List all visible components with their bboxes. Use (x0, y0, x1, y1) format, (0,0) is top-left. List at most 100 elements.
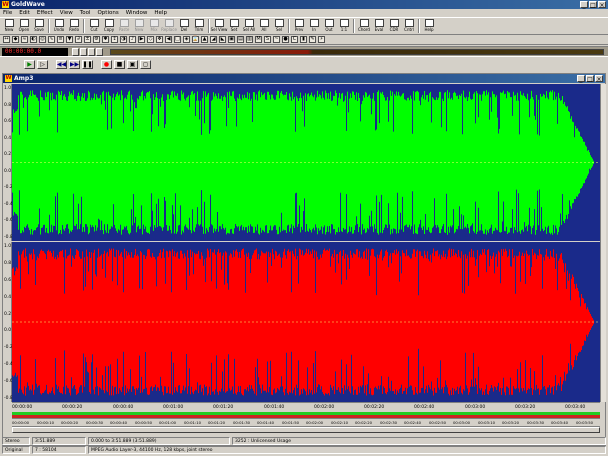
toolbar-button-3[interactable]: Undo (52, 18, 66, 34)
invert-icon[interactable]: ± (84, 36, 91, 43)
generator-icon[interactable]: ⚡ (318, 36, 325, 43)
flange-icon[interactable]: ∂ (75, 36, 82, 43)
close-button[interactable]: × (598, 1, 606, 9)
toolbar-button-21[interactable]: 1:1 (337, 18, 351, 34)
maximize-volume-icon[interactable]: ▤ (237, 36, 244, 43)
control-volume-button[interactable] (80, 48, 87, 56)
title-bar[interactable]: W GoldWave _ □ × (0, 0, 608, 9)
control-balance-button[interactable] (88, 48, 95, 56)
reverb-icon[interactable]: ❖ (156, 36, 163, 43)
record-button[interactable]: ● (101, 59, 112, 69)
delay-icon[interactable]: ≈ (21, 36, 28, 43)
fade-out-icon[interactable]: ◣ (219, 36, 226, 43)
record-selection-button[interactable]: ▣ (127, 59, 138, 69)
play-selection-button[interactable]: ▷ (37, 59, 48, 69)
toolbar-button-22[interactable]: Chord (357, 18, 371, 34)
filter-icon[interactable]: ▼ (66, 36, 73, 43)
mono-icon[interactable]: M (255, 36, 262, 43)
pan-icon[interactable]: ◑ (120, 36, 127, 43)
fade-in-icon[interactable]: ◢ (210, 36, 217, 43)
toolbar-button-6[interactable]: Copy (102, 18, 116, 34)
document-title-bar[interactable]: W Amp3 _ □ × (3, 74, 605, 83)
toolbar-button-10[interactable]: Replace (161, 18, 177, 34)
toolbar-button-23[interactable]: Eval (372, 18, 386, 34)
menu-effect[interactable]: Effect (37, 9, 53, 17)
right-channel-waveform[interactable] (12, 242, 600, 402)
toolbar-button-0[interactable]: New (2, 18, 16, 34)
sound-document-window[interactable]: W Amp3 _ □ × 1.0 0.8 0.6 0.4 0.2 0.0 -0.2 -0.4-… (2, 73, 606, 446)
document-close-button[interactable]: × (595, 75, 603, 83)
fast-forward-button[interactable]: ▶▶ (69, 59, 80, 69)
toolbar-button-12[interactable]: Trim (192, 18, 206, 34)
noise-reduction-icon[interactable]: ✱ (102, 36, 109, 43)
horizontal-scrollbar[interactable] (12, 426, 600, 433)
toolbar-button-20[interactable]: Out (322, 18, 336, 34)
cue-points-icon[interactable]: ● (282, 36, 289, 43)
minimize-button[interactable]: _ (580, 1, 588, 9)
control-settings-button[interactable] (72, 48, 79, 56)
toolbar-button-24[interactable]: CDR (387, 18, 401, 34)
menu-window[interactable]: Window (126, 9, 148, 17)
maximize-button[interactable]: □ (589, 1, 597, 9)
toolbar-button-4[interactable]: Redo (67, 18, 81, 34)
channel-icon[interactable]: C (291, 36, 298, 43)
spatial-icon[interactable]: ◈ (183, 36, 190, 43)
echo-icon[interactable]: ◎ (39, 36, 46, 43)
silence-icon[interactable]: □ (174, 36, 181, 43)
interpolate-icon[interactable]: ~ (273, 36, 280, 43)
menu-edit[interactable]: Edit (19, 9, 30, 17)
autocue-icon[interactable]: ↔ (3, 36, 10, 43)
status-length: 3:51.889 (32, 437, 86, 445)
toolbar-button-17[interactable]: Sel (272, 18, 286, 34)
toolbar-button-15[interactable]: Sel All (242, 18, 256, 34)
toolbar-button-8[interactable]: New (132, 18, 146, 34)
menu-help[interactable]: Help (154, 9, 167, 17)
toolbar-button-label: Redo (68, 27, 80, 32)
menu-options[interactable]: Options (97, 9, 118, 17)
menu-view[interactable]: View (60, 9, 73, 17)
compressor-icon[interactable]: ◆ (12, 36, 19, 43)
pause-button[interactable]: ❚❚ (82, 59, 93, 69)
toolbar-button-25[interactable]: Cntrl (402, 18, 416, 34)
toolbar-button-2[interactable]: Save (32, 18, 46, 34)
playback-rate-icon[interactable]: ▶ (138, 36, 145, 43)
shape-volume-icon[interactable]: ▥ (246, 36, 253, 43)
menu-tool[interactable]: Tool (80, 9, 91, 17)
match-volume-icon[interactable]: ▣ (228, 36, 235, 43)
document-maximize-button[interactable]: □ (586, 75, 594, 83)
horizontal-scroll-thumb[interactable] (12, 427, 600, 433)
resample-icon[interactable]: ◇ (147, 36, 154, 43)
speech-icon[interactable]: ✎ (309, 36, 316, 43)
doppler-icon[interactable]: ◐ (30, 36, 37, 43)
toolbar-button-16[interactable]: All (257, 18, 271, 34)
time-warp-icon[interactable]: ⌛ (192, 36, 199, 43)
toolbar-button-19[interactable]: In (307, 18, 321, 34)
stop-button[interactable]: ■ (114, 59, 125, 69)
toolbar-button-14[interactable]: Set (227, 18, 241, 34)
record-new-button[interactable]: ◻ (140, 59, 151, 69)
toolbar-button-5[interactable]: Cut (87, 18, 101, 34)
rewind-button[interactable]: ◀◀ (56, 59, 67, 69)
control-speed-button[interactable] (96, 48, 103, 56)
toolbar-button-18[interactable]: Prev (292, 18, 306, 34)
document-minimize-button[interactable]: _ (577, 75, 585, 83)
equalizer-icon[interactable]: ≡ (57, 36, 64, 43)
offset-icon[interactable]: ↕ (111, 36, 118, 43)
dynamics-icon[interactable]: ∿ (48, 36, 55, 43)
vertical-scrollbar[interactable] (600, 84, 606, 402)
menu-file[interactable]: File (3, 9, 12, 17)
toolbar-button-11[interactable]: Del (177, 18, 191, 34)
marker-icon[interactable]: ▮ (300, 36, 307, 43)
toolbar-button-26[interactable]: Help (422, 18, 436, 34)
play-button[interactable]: ▶ (24, 59, 35, 69)
toolbar-button-13[interactable]: Sel View (211, 18, 227, 34)
volume-icon[interactable]: ▲ (201, 36, 208, 43)
reverse-icon[interactable]: ◀ (165, 36, 172, 43)
pitch-icon[interactable]: ♪ (129, 36, 136, 43)
left-channel-waveform[interactable] (12, 84, 600, 241)
toolbar-button-1[interactable]: Open (17, 18, 31, 34)
toolbar-button-9[interactable]: Mix (147, 18, 161, 34)
toolbar-button-7[interactable]: Paste (117, 18, 131, 34)
stereo-icon[interactable]: S (264, 36, 271, 43)
mechanize-icon[interactable]: ⚙ (93, 36, 100, 43)
